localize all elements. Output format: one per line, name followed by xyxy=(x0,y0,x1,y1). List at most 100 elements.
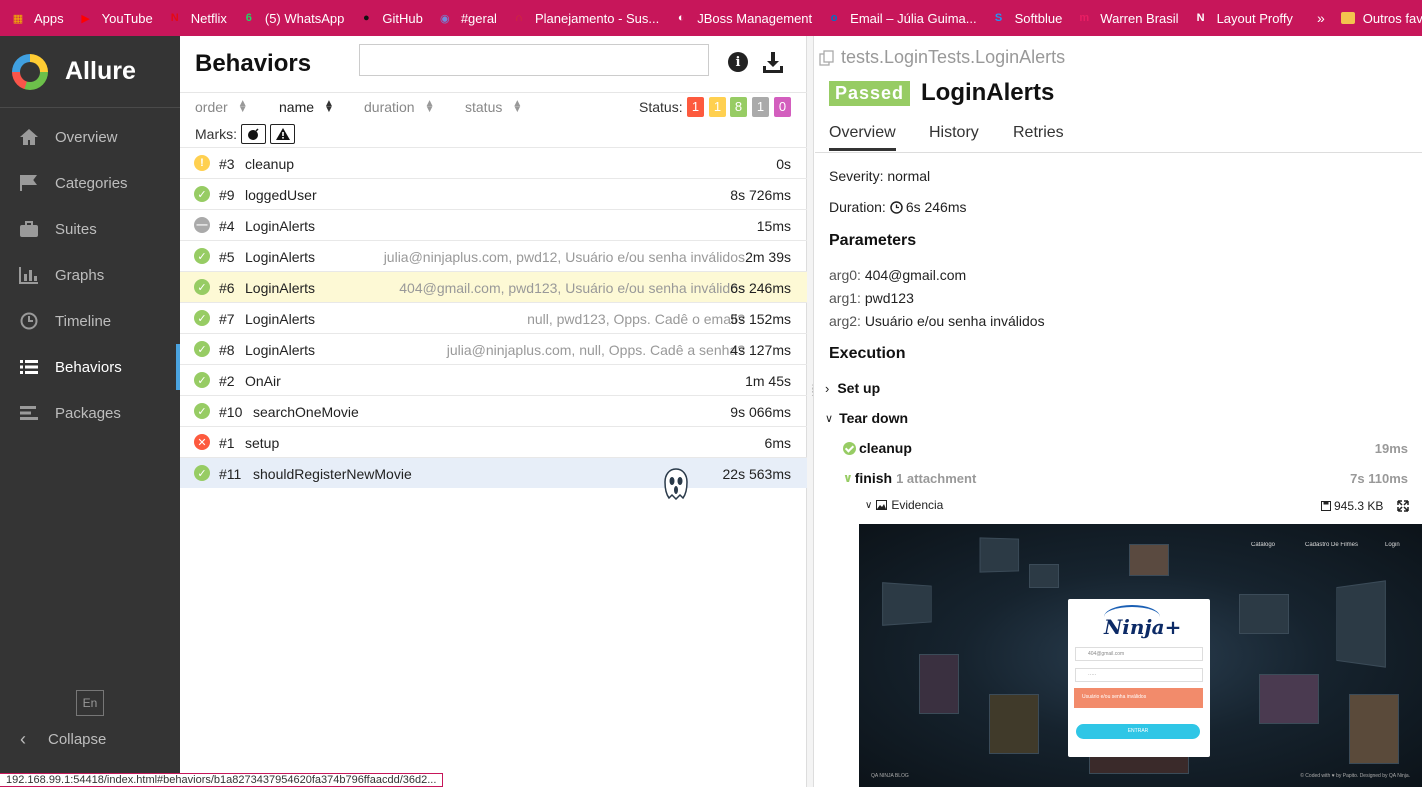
passed-status-icon: ✓ xyxy=(194,341,210,357)
brand[interactable]: Allure xyxy=(0,36,180,108)
bookmark-item[interactable]: m Warren Brasil xyxy=(1076,10,1178,26)
sort-duration[interactable]: duration ▲ ▼ xyxy=(364,99,435,116)
finish-step[interactable]: ∨ finish 1 attachment xyxy=(843,470,976,486)
sort-name[interactable]: name ▲ ▼ xyxy=(279,99,334,116)
floppy-icon xyxy=(1321,501,1331,511)
passed-status-icon: ✓ xyxy=(194,186,210,202)
sort-order[interactable]: order ▲ ▼ xyxy=(195,99,248,116)
table-row[interactable]: ✓ #8 LoginAlerts julia@ninjaplus.com, null,… xyxy=(180,333,807,364)
tab-retries[interactable]: Retries xyxy=(1013,124,1064,142)
marks-label: Marks: xyxy=(195,126,237,142)
test-title: LoginAlerts xyxy=(921,79,1055,106)
table-row[interactable]: ! #3 cleanup 0s xyxy=(180,147,807,178)
clock-icon xyxy=(890,200,903,214)
status-filter-badge[interactable]: 8 xyxy=(730,97,747,117)
sidebar-item-label: Packages xyxy=(55,404,121,422)
bookmark-item[interactable]: o Email – Júlia Guima... xyxy=(826,10,977,26)
page-title: Behaviors xyxy=(195,50,312,77)
bookmark-item[interactable]: ◐ JBoss Management xyxy=(673,10,812,26)
test-order: #7 xyxy=(219,311,235,327)
search-input[interactable] xyxy=(359,44,709,76)
chevron-right-icon: › xyxy=(825,380,830,396)
status-filter-badge[interactable]: 1 xyxy=(687,97,704,117)
bookmark-label: Apps xyxy=(34,10,64,26)
setup-label: Set up xyxy=(837,380,881,396)
language-switch[interactable]: En xyxy=(76,690,104,716)
tab-history[interactable]: History xyxy=(929,124,979,142)
sidebar-item-behaviors[interactable]: Behaviors xyxy=(0,344,180,390)
info-icon[interactable]: i xyxy=(728,52,748,72)
bookmark-item[interactable]: ● GitHub xyxy=(358,10,423,26)
sidebar-item-suites[interactable]: Suites xyxy=(0,206,180,252)
status-bar-url: 192.168.99.1:54418/index.html#behaviors/… xyxy=(0,773,444,787)
other-bookmarks-folder[interactable]: Outros favoritos xyxy=(1340,11,1422,26)
allure-logo-icon xyxy=(12,53,48,90)
sort-status[interactable]: status ▲ ▼ xyxy=(465,99,522,116)
bookmark-item[interactable]: ▶ YouTube xyxy=(78,10,152,26)
download-icon[interactable] xyxy=(762,50,784,74)
bookmark-item[interactable]: S Softblue xyxy=(991,10,1062,26)
softblue-icon: S xyxy=(994,12,1003,24)
cleanup-step[interactable]: cleanup xyxy=(843,440,912,456)
status-filter-badge[interactable]: 1 xyxy=(709,97,726,117)
attachment-evidencia[interactable]: ∨ Evidencia xyxy=(865,498,943,512)
table-row[interactable]: ✓ #7 LoginAlerts null, pwd123, Opps. Cadê o… xyxy=(180,302,807,333)
bookmark-item[interactable]: ▦ Apps xyxy=(10,10,64,26)
sidebar-item-timeline[interactable]: Timeline xyxy=(0,298,180,344)
bookmark-item[interactable]: N Layout Proffy xyxy=(1193,10,1293,26)
table-row[interactable]: ✓ #2 OnAir 1m 45s xyxy=(180,364,807,395)
sidebar-item-packages[interactable]: Packages xyxy=(0,390,180,436)
test-duration: 1m 45s xyxy=(745,373,791,389)
table-row[interactable]: ✕ #1 setup 6ms xyxy=(180,426,807,457)
bookmark-label: (5) WhatsApp xyxy=(264,10,345,26)
passed-icon xyxy=(843,441,856,455)
test-name: shouldRegisterNewMovie xyxy=(253,466,412,482)
sidebar-nav: Overview Categories Suites Graphs Timeline Be… xyxy=(0,108,180,436)
home-icon xyxy=(18,127,40,147)
passed-status-icon: ✓ xyxy=(194,465,210,481)
tab-overview[interactable]: Overview xyxy=(829,124,896,151)
pane-resizer[interactable]: ⋮ ⋮ xyxy=(807,36,817,787)
test-duration: 8s 726ms xyxy=(730,187,791,203)
teardown-section[interactable]: ∨ Tear down xyxy=(825,410,908,426)
sidebar-item-label: Graphs xyxy=(55,266,105,284)
flaky-mark-button[interactable] xyxy=(241,124,266,144)
bookmarks-more-button[interactable]: » xyxy=(1317,10,1325,26)
bookmark-item[interactable]: ∩ Planejamento - Sus... xyxy=(511,10,659,26)
test-order: #2 xyxy=(219,373,235,389)
bookmark-item[interactable]: N Netflix xyxy=(167,10,227,26)
setup-section[interactable]: › Set up xyxy=(825,380,880,396)
table-row[interactable]: ✓ #11 shouldRegisterNewMovie 22s 563ms xyxy=(180,457,807,488)
chevron-down-icon: ∨ xyxy=(825,412,834,425)
bookmarks-bar: ▦ Apps ▶ YouTube N Netflix 6 (5) WhatsApp ● GitHu… xyxy=(0,0,1422,36)
test-duration: 4s 127ms xyxy=(730,342,791,358)
test-name: LoginAlerts xyxy=(245,249,316,265)
sidebar-item-overview[interactable]: Overview xyxy=(0,114,180,160)
expand-icon[interactable] xyxy=(1397,500,1409,512)
sidebar-item-graphs[interactable]: Graphs xyxy=(0,252,180,298)
test-params: julia@ninjaplus.com, null, Opps. Cadê a … xyxy=(446,342,745,358)
collapse-button[interactable]: ‹ Collapse xyxy=(20,729,106,750)
test-duration: 22s 563ms xyxy=(722,466,791,482)
chevron-down-icon: ∨ xyxy=(843,471,853,485)
globe-icon: ◐ xyxy=(677,12,685,24)
sidebar-item-categories[interactable]: Categories xyxy=(0,160,180,206)
status-filter-badge[interactable]: 0 xyxy=(774,97,791,117)
known-issue-mark-button[interactable] xyxy=(270,124,295,144)
test-duration: 15ms xyxy=(756,218,791,234)
execution-heading: Execution xyxy=(829,345,906,362)
table-row[interactable]: ✓ #10 searchOneMovie 9s 066ms xyxy=(180,395,807,426)
bookmark-item[interactable]: 6 (5) WhatsApp xyxy=(241,10,345,26)
param-row: arg0: 404@gmail.com xyxy=(829,267,966,283)
github-icon: ● xyxy=(363,12,370,24)
table-row[interactable]: ✓ #6 LoginAlerts 404@gmail.com, pwd123, Usu… xyxy=(180,271,807,302)
table-row[interactable]: ✓ #5 LoginAlerts julia@ninjaplus.com, pwd12… xyxy=(180,240,807,271)
test-duration: 6ms xyxy=(764,435,791,451)
table-row[interactable]: ✓ #9 loggedUser 8s 726ms xyxy=(180,178,807,209)
table-row[interactable]: — #4 LoginAlerts 15ms xyxy=(180,209,807,240)
cleanup-time: 19ms xyxy=(1374,441,1408,456)
bookmark-item[interactable]: ◉ #geral xyxy=(437,10,497,26)
chevron-left-icon: ‹ xyxy=(20,729,26,749)
status-filter-badge[interactable]: 1 xyxy=(752,97,769,117)
copy-icon[interactable] xyxy=(819,49,835,66)
